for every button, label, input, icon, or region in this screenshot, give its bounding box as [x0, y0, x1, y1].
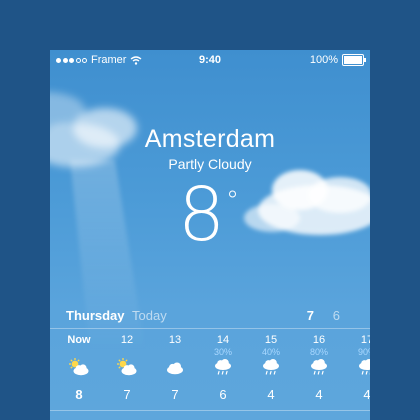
hourly-forecast[interactable]: Now 8 12 7 13 7 1430% 6 1540% 4 1680% 4 1790% 4 [50, 330, 370, 410]
hour-temperature: 4 [315, 387, 323, 402]
today-label: Today [132, 308, 167, 323]
partly-sunny-icon [67, 357, 91, 377]
divider-bottom [50, 410, 370, 411]
weather-condition: Partly Cloudy [168, 156, 252, 172]
hour-temperature: 4 [363, 387, 370, 402]
precipitation-chance: 40% [261, 347, 280, 357]
battery-percent: 100% [309, 54, 338, 66]
high-temperature: 7 [306, 308, 314, 323]
hour-temperature: 4 [267, 387, 275, 402]
hour-time: 12 [120, 334, 134, 346]
hour-time: 14 [216, 334, 230, 346]
status-right: 100% [309, 54, 366, 66]
hour-time: 16 [312, 334, 326, 346]
battery-icon [342, 54, 366, 66]
hour-temperature: 6 [219, 387, 227, 402]
day-name: Thursday [66, 308, 125, 323]
rain-icon [211, 357, 235, 377]
precipitation-chance: 90% [357, 347, 370, 357]
precipitation-chance: 30% [213, 347, 232, 357]
hour-time: 17 [360, 334, 370, 346]
current-temperature: 8 [178, 172, 226, 258]
cloud-icon [163, 357, 187, 377]
hour-temperature: 7 [123, 387, 131, 402]
cloud-right [244, 170, 370, 235]
hour-temperature: 8 [75, 387, 83, 402]
degree-symbol: ° [226, 186, 239, 216]
rain-icon [307, 357, 331, 377]
low-temperature: 6 [332, 308, 340, 323]
partly-sunny-icon [115, 357, 139, 377]
hour-time: 13 [168, 334, 182, 346]
hour-time: Now [67, 334, 91, 346]
weather-app-screen: Framer 9:40 100% Amsterdam Partly Cloudy… [50, 50, 370, 420]
today-summary-row: Thursday Today 7 6 [66, 308, 354, 328]
hour-temperature: 7 [171, 387, 179, 402]
precipitation-chance: 80% [309, 347, 328, 357]
hour-time: 15 [264, 334, 278, 346]
status-bar: Framer 9:40 100% [50, 50, 370, 70]
rain-icon [355, 357, 370, 377]
rain-icon [259, 357, 283, 377]
city-name: Amsterdam [144, 125, 276, 153]
divider-top [50, 328, 370, 329]
